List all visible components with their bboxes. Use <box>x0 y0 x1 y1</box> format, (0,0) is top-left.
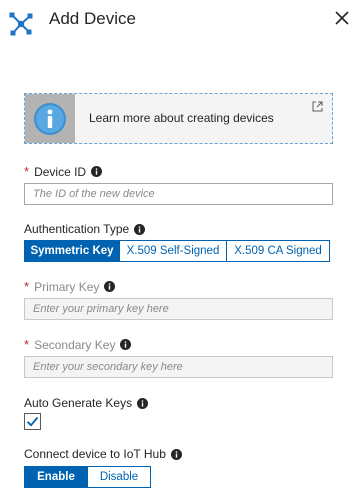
info-tooltip-icon[interactable] <box>137 397 149 409</box>
auto-generate-label: Auto Generate Keys <box>24 396 149 410</box>
info-tooltip-icon[interactable] <box>91 166 103 177</box>
auth-option-x509-ca-signed[interactable]: X.509 CA Signed <box>226 240 330 262</box>
close-icon[interactable] <box>335 11 349 25</box>
checkmark-icon <box>26 416 39 427</box>
secondary-key-label: * Secondary Key <box>24 337 132 352</box>
auth-type-label: Authentication Type <box>24 222 146 236</box>
required-mark: * <box>24 337 30 352</box>
auto-generate-checkbox[interactable] <box>24 413 41 430</box>
required-mark: * <box>24 279 30 294</box>
secondary-key-label-text: Secondary Key <box>34 337 116 352</box>
primary-key-input[interactable]: Enter your primary key here <box>24 298 333 320</box>
connect-label: Connect device to IoT Hub <box>24 447 182 461</box>
auth-type-selector: Symmetric Key X.509 Self-Signed X.509 CA… <box>24 240 330 262</box>
device-id-label-text: Device ID <box>34 164 87 179</box>
secondary-key-placeholder: Enter your secondary key here <box>33 361 183 373</box>
info-icon <box>34 102 66 135</box>
device-id-label: * Device ID <box>24 164 103 179</box>
iot-hub-icon <box>9 12 33 36</box>
external-link-icon[interactable] <box>312 101 323 112</box>
auto-generate-label-text: Auto Generate Keys <box>24 396 133 410</box>
device-id-placeholder: The ID of the new device <box>33 188 155 200</box>
info-tooltip-icon[interactable] <box>134 223 146 235</box>
required-mark: * <box>24 164 30 179</box>
auth-option-x509-self-signed[interactable]: X.509 Self-Signed <box>119 240 227 262</box>
info-icon-box <box>25 94 75 143</box>
add-device-panel: Add Device Learn more about creating dev… <box>0 0 358 501</box>
info-tooltip-icon[interactable] <box>104 281 116 292</box>
info-banner-text: Learn more about creating devices <box>89 111 274 125</box>
primary-key-label: * Primary Key <box>24 279 116 294</box>
info-tooltip-icon[interactable] <box>120 339 132 350</box>
connect-option-enable[interactable]: Enable <box>24 466 88 488</box>
primary-key-placeholder: Enter your primary key here <box>33 303 169 315</box>
device-id-input[interactable]: The ID of the new device <box>24 183 333 205</box>
panel-header: Add Device <box>0 0 358 46</box>
connect-selector: Enable Disable <box>24 466 151 488</box>
connect-label-text: Connect device to IoT Hub <box>24 447 166 461</box>
auth-type-label-text: Authentication Type <box>24 222 130 236</box>
secondary-key-input[interactable]: Enter your secondary key here <box>24 356 333 378</box>
connect-option-disable[interactable]: Disable <box>87 466 151 488</box>
info-tooltip-icon[interactable] <box>170 448 182 460</box>
primary-key-label-text: Primary Key <box>34 279 100 294</box>
panel-title: Add Device <box>49 9 136 28</box>
auth-option-symmetric-key[interactable]: Symmetric Key <box>24 240 120 262</box>
info-banner[interactable]: Learn more about creating devices <box>24 93 333 144</box>
